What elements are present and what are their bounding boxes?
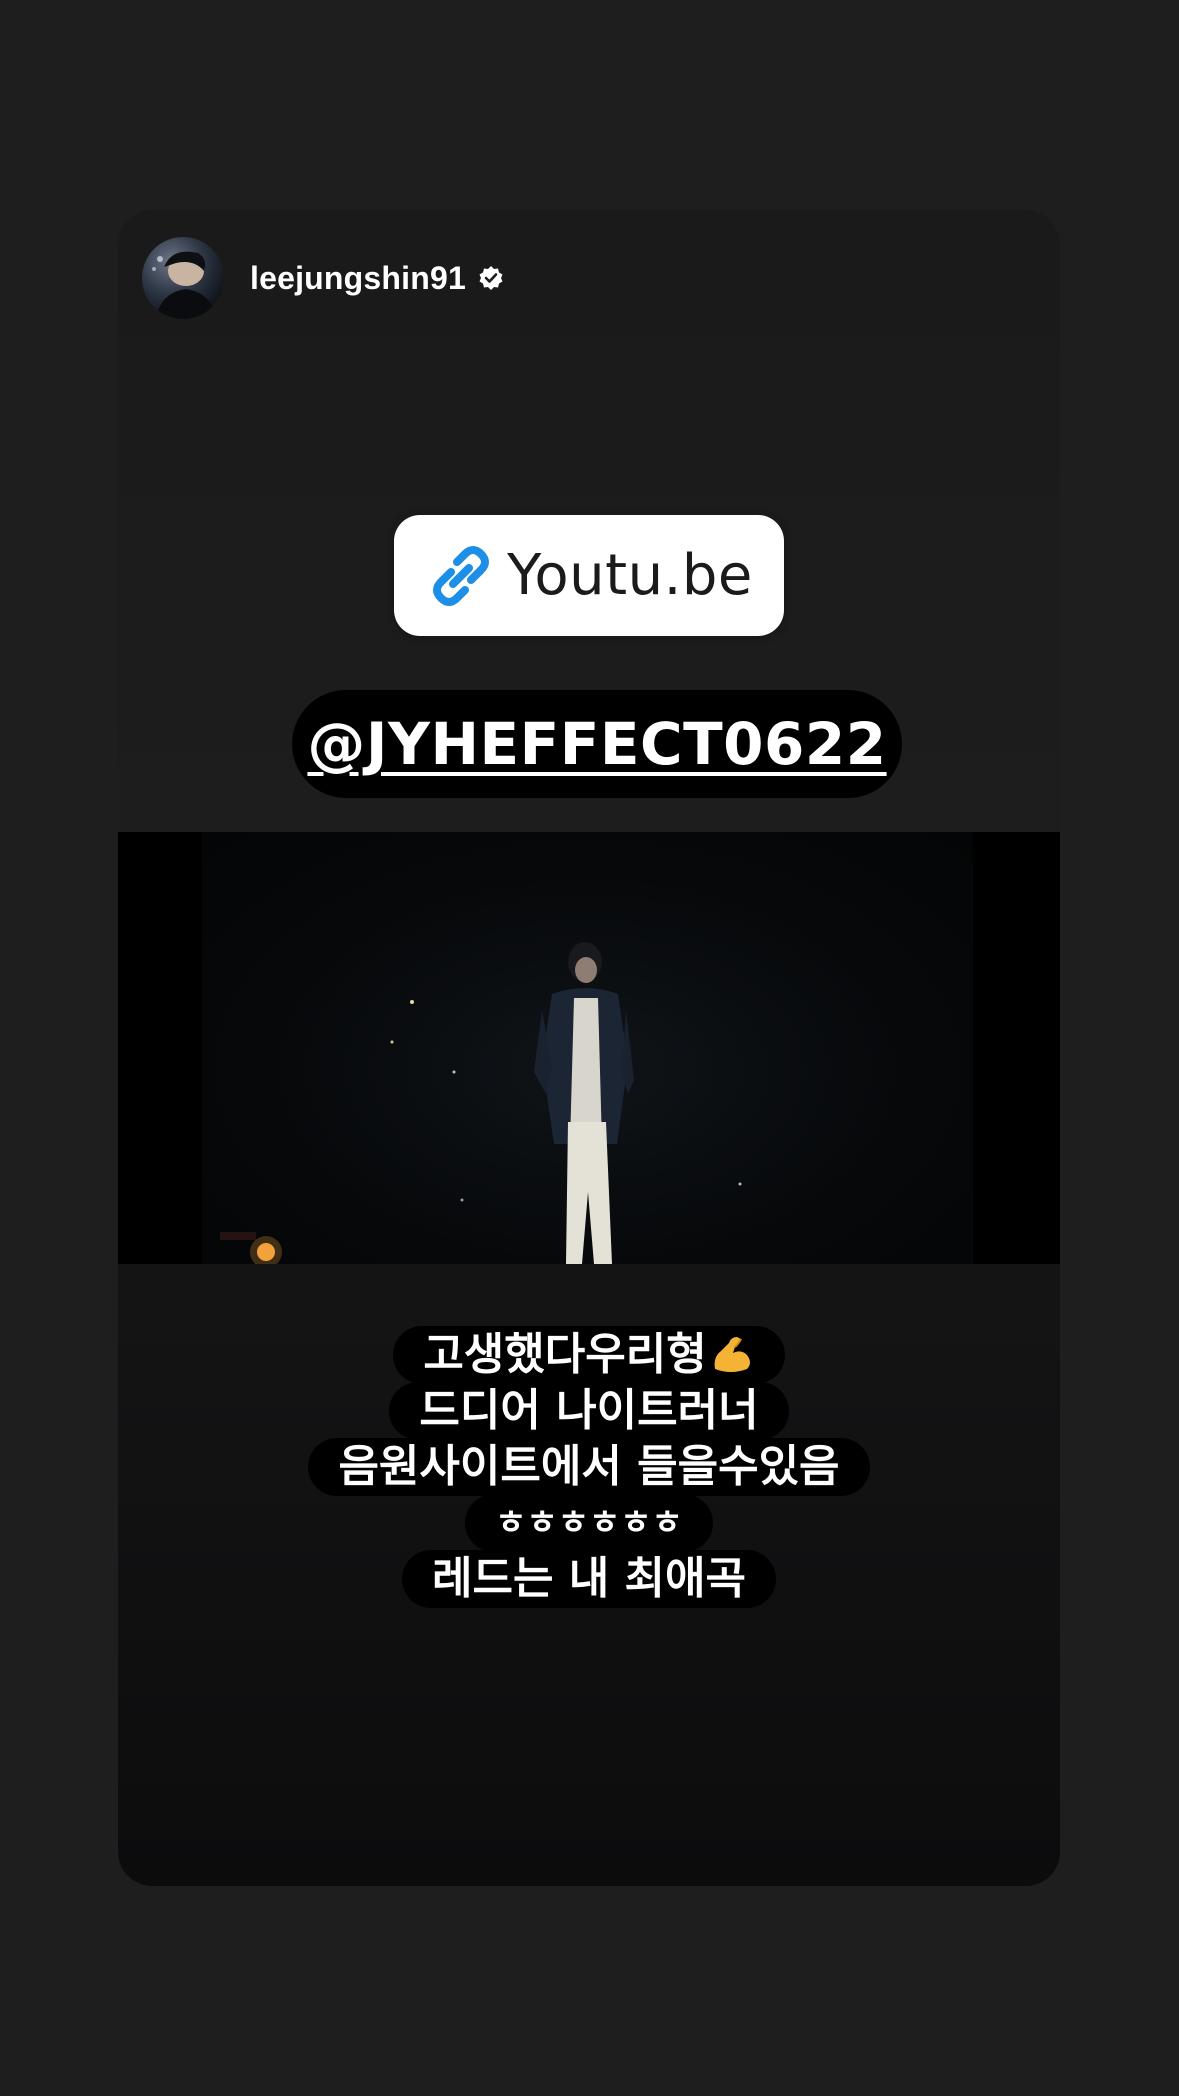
caption-line-1-text: 고생했다우리형 bbox=[423, 1329, 707, 1380]
link-sticker[interactable]: Youtu.be bbox=[394, 515, 784, 636]
flexed-biceps-emoji-icon bbox=[709, 1329, 755, 1375]
story-viewer: leejungshin91 Youtu.be @JYHEFFECT0622 고생… bbox=[0, 0, 1179, 2096]
caption-line-4: ㅎㅎㅎㅎㅎㅎ bbox=[465, 1494, 713, 1552]
caption-line-5: 레드는 내 최애곡 bbox=[402, 1550, 776, 1608]
link-label: Youtu.be bbox=[507, 543, 753, 608]
caption-line-2: 드디어 나이트러너 bbox=[389, 1382, 789, 1440]
caption-line-1: 고생했다우리형 bbox=[393, 1326, 785, 1384]
mention-label: @JYHEFFECT0622 bbox=[307, 710, 887, 778]
username[interactable]: leejungshin91 bbox=[250, 260, 466, 297]
story-header[interactable]: leejungshin91 bbox=[142, 236, 504, 320]
link-icon bbox=[425, 540, 497, 612]
mention-sticker[interactable]: @JYHEFFECT0622 bbox=[292, 690, 902, 798]
verified-badge-icon bbox=[478, 265, 504, 291]
story-card[interactable]: leejungshin91 Youtu.be @JYHEFFECT0622 고생… bbox=[118, 210, 1060, 1886]
video-thumbnail[interactable] bbox=[118, 832, 1060, 1264]
profile-avatar[interactable] bbox=[142, 237, 224, 319]
caption-line-3: 음원사이트에서 들을수있음 bbox=[308, 1438, 870, 1496]
video-frame bbox=[202, 832, 973, 1264]
caption: 고생했다우리형 드디어 나이트러너 음원사이트에서 들을수있음 ㅎㅎㅎㅎㅎㅎ 레… bbox=[118, 1326, 1060, 1608]
